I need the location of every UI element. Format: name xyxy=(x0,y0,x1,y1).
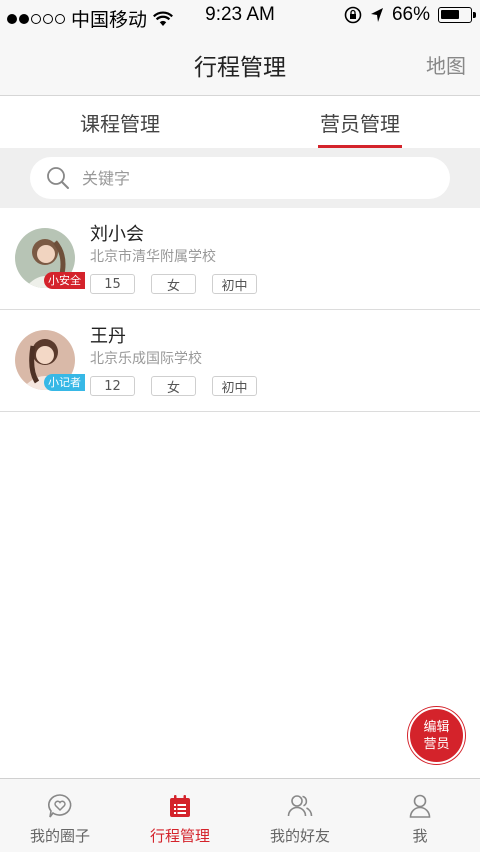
segment-tabs: 课程管理 营员管理 xyxy=(0,96,480,148)
map-button[interactable]: 地图 xyxy=(426,50,466,79)
camper-name: 刘小会 xyxy=(90,224,144,245)
role-badge: 小安全 xyxy=(44,272,85,289)
page-title: 行程管理 xyxy=(194,55,286,81)
nav-bar: 行程管理 地图 xyxy=(0,30,480,96)
tab-itinerary-management[interactable]: 行程管理 xyxy=(120,779,240,852)
search-icon xyxy=(47,167,69,189)
gender-tag: 女 xyxy=(151,274,196,294)
tab-label: 我 xyxy=(412,827,428,845)
age-tag: 12 xyxy=(90,376,135,396)
camper-tags: 15 女 初中 xyxy=(90,274,257,294)
gender-tag: 女 xyxy=(151,376,196,396)
edit-campers-label-line1: 编辑 xyxy=(423,719,450,735)
calendar-list-icon xyxy=(170,795,190,817)
camper-tags: 12 女 初中 xyxy=(90,376,257,396)
camper-school: 北京市清华附属学校 xyxy=(90,249,216,265)
grade-tag: 初中 xyxy=(212,274,257,294)
age-tag: 15 xyxy=(90,274,135,294)
tab-my-circle[interactable]: 我的圈子 xyxy=(0,779,120,852)
tab-label: 行程管理 xyxy=(149,827,210,845)
role-badge: 小记者 xyxy=(44,374,85,391)
search-box[interactable] xyxy=(30,157,450,199)
list-item[interactable]: 小记者 王丹 北京乐成国际学校 12 女 初中 xyxy=(0,310,480,412)
battery-percent: 66% xyxy=(391,4,430,25)
bottom-tab-bar: 我的圈子 行程管理 我的好友 我 xyxy=(0,778,480,852)
camper-name: 王丹 xyxy=(90,326,126,347)
tab-label: 我的好友 xyxy=(269,827,330,845)
status-right: 66% xyxy=(344,4,476,26)
tab-camper-management[interactable]: 营员管理 xyxy=(240,96,480,148)
battery-icon xyxy=(438,7,476,23)
camper-school: 北京乐成国际学校 xyxy=(90,351,202,367)
tab-label: 我的圈子 xyxy=(29,827,90,845)
location-arrow-icon xyxy=(370,8,383,22)
tab-my-friends[interactable]: 我的好友 xyxy=(240,779,360,852)
heart-bubble-icon xyxy=(48,794,72,818)
search-input[interactable] xyxy=(82,168,422,188)
edit-campers-label-line2: 营员 xyxy=(423,736,450,752)
tab-me[interactable]: 我 xyxy=(360,779,480,852)
search-bar xyxy=(0,148,480,208)
camper-list: 小安全 刘小会 北京市清华附属学校 15 女 初中 小记者 王丹 北京乐成国际学… xyxy=(0,208,480,412)
list-item[interactable]: 小安全 刘小会 北京市清华附属学校 15 女 初中 xyxy=(0,208,480,310)
rotation-lock-icon xyxy=(344,6,362,24)
edit-campers-button[interactable]: 编辑 营员 xyxy=(408,707,465,764)
status-bar: 中国移动 9:23 AM 66% xyxy=(0,0,480,31)
tab-course-management[interactable]: 课程管理 xyxy=(0,96,240,148)
person-icon xyxy=(409,794,431,818)
grade-tag: 初中 xyxy=(212,376,257,396)
friends-icon xyxy=(287,795,313,817)
